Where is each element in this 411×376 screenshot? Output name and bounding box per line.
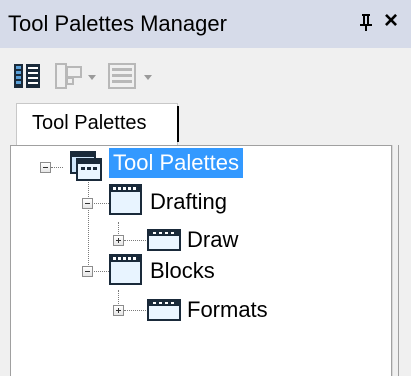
palette-set-icon	[70, 151, 102, 181]
tool-palettes-manager-window: Tool Palettes Manager × Tool Palettes To…	[0, 0, 411, 376]
tree-node-draw[interactable]: Draw	[183, 225, 242, 255]
window-title: Tool Palettes Manager	[8, 11, 227, 36]
collapse-icon[interactable]	[82, 266, 93, 277]
close-icon[interactable]: ×	[384, 9, 398, 33]
tree-connector	[88, 176, 89, 271]
view-options-icon[interactable]	[108, 63, 156, 89]
palette-icon	[147, 299, 181, 321]
tree-node-formats[interactable]: Formats	[183, 295, 272, 325]
collapse-icon[interactable]	[40, 162, 51, 173]
new-palette-icon[interactable]	[55, 63, 99, 89]
tree-node-drafting[interactable]: Drafting	[146, 187, 231, 217]
tree-node-blocks[interactable]: Blocks	[146, 256, 219, 286]
tree-connector	[124, 240, 148, 241]
pin-icon[interactable]	[358, 13, 374, 31]
expand-icon[interactable]	[113, 305, 124, 316]
palette-manager-icon[interactable]	[13, 63, 41, 89]
text-caret	[177, 106, 179, 142]
titlebar[interactable]: Tool Palettes Manager ×	[0, 0, 411, 48]
tree-connector	[124, 310, 148, 311]
collapse-icon[interactable]	[82, 198, 93, 209]
tree-scrollbar[interactable]	[392, 145, 411, 376]
palette-group-icon	[109, 254, 142, 285]
tree-node-tool-palettes[interactable]: Tool Palettes	[109, 148, 243, 178]
tree-connector	[51, 167, 63, 168]
tab-tool-palettes-label: Tool Palettes	[32, 112, 147, 134]
palette-icon	[147, 229, 181, 251]
palette-group-icon	[109, 184, 142, 215]
expand-icon[interactable]	[113, 235, 124, 246]
